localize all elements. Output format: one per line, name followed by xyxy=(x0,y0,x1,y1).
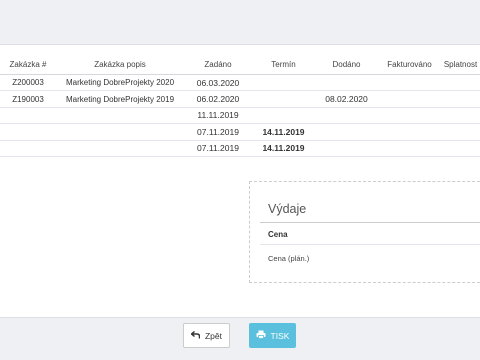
cell-popis xyxy=(56,140,184,157)
cell-dodano xyxy=(315,74,378,92)
cell-dodano xyxy=(315,107,378,125)
cell-zakazka xyxy=(0,123,56,141)
cell-popis: Marketing DobreProjekty 2020 xyxy=(56,74,184,92)
cell-popis: Marketing DobreProjekty 2019 xyxy=(56,90,184,108)
column-header-termin[interactable]: Termín xyxy=(252,55,315,75)
back-arrow-icon xyxy=(190,330,201,341)
cell-zakazka xyxy=(0,140,56,157)
column-header-zadano[interactable]: Zadáno xyxy=(184,55,252,75)
cena-plan-label: Cena (plán.) xyxy=(268,254,310,263)
cell-zakazka: Z200003 xyxy=(0,74,56,92)
column-header-fakturovano[interactable]: Fakturováno xyxy=(378,55,441,75)
cell-splatnost xyxy=(441,74,480,92)
cena-label: Cena xyxy=(268,230,288,239)
cell-zakazka: Z190003 xyxy=(0,90,56,108)
back-button-label: Zpět xyxy=(204,330,222,341)
print-button[interactable]: TISK xyxy=(249,323,296,348)
column-header-zakazka[interactable]: Zakázka # xyxy=(0,55,56,75)
cell-termin xyxy=(252,74,315,92)
cell-termin: 14.11.2019 xyxy=(252,140,315,157)
cell-splatnost xyxy=(441,123,480,141)
column-header-popis[interactable]: Zakázka popis xyxy=(56,55,184,75)
cell-zadano: 07.11.2019 xyxy=(184,140,252,157)
table-row[interactable]: 11.11.2019 xyxy=(0,107,480,125)
orders-table: Zakázka # Zakázka popis Zadáno Termín Do… xyxy=(0,55,480,157)
cell-fakturovano xyxy=(378,107,441,125)
cell-fakturovano xyxy=(378,90,441,108)
cell-popis xyxy=(56,107,184,125)
cell-popis xyxy=(56,123,184,141)
print-button-label: TISK xyxy=(270,330,290,341)
cell-splatnost xyxy=(441,90,480,108)
table-row[interactable]: 07.11.2019 14.11.2019 xyxy=(0,123,480,141)
printer-icon xyxy=(256,330,266,341)
vydaje-panel: Výdaje Cena Cena (plán.) xyxy=(249,181,480,283)
top-bar xyxy=(0,0,480,34)
column-header-splatnost[interactable]: Splatnost xyxy=(441,55,480,75)
cell-fakturovano xyxy=(378,74,441,92)
cell-zadano: 07.11.2019 xyxy=(184,123,252,141)
cell-zadano: 06.03.2020 xyxy=(184,74,252,92)
cell-termin: 14.11.2019 xyxy=(252,123,315,141)
cell-termin xyxy=(252,90,315,108)
content-panel: Zakázka # Zakázka popis Zadáno Termín Do… xyxy=(0,44,480,318)
column-header-dodano[interactable]: Dodáno xyxy=(315,55,378,75)
cell-zadano: 11.11.2019 xyxy=(184,107,252,125)
cell-splatnost xyxy=(441,107,480,125)
table-row[interactable]: 07.11.2019 14.11.2019 xyxy=(0,140,480,157)
table-row[interactable]: Z200003 Marketing DobreProjekty 2020 06.… xyxy=(0,74,480,92)
back-button[interactable]: Zpět xyxy=(183,323,230,348)
cell-dodano xyxy=(315,123,378,141)
divider xyxy=(260,244,480,245)
cell-fakturovano xyxy=(378,123,441,141)
vydaje-title: Výdaje xyxy=(268,202,307,216)
cell-dodano: 08.02.2020 xyxy=(315,90,378,108)
table-row[interactable]: Z190003 Marketing DobreProjekty 2019 06.… xyxy=(0,90,480,108)
cell-fakturovano xyxy=(378,140,441,157)
cell-termin xyxy=(252,107,315,125)
cell-zakazka xyxy=(0,107,56,125)
cell-zadano: 06.02.2020 xyxy=(184,90,252,108)
cell-splatnost xyxy=(441,140,480,157)
table-header-row: Zakázka # Zakázka popis Zadáno Termín Do… xyxy=(0,55,480,75)
divider xyxy=(260,222,480,223)
cell-dodano xyxy=(315,140,378,157)
